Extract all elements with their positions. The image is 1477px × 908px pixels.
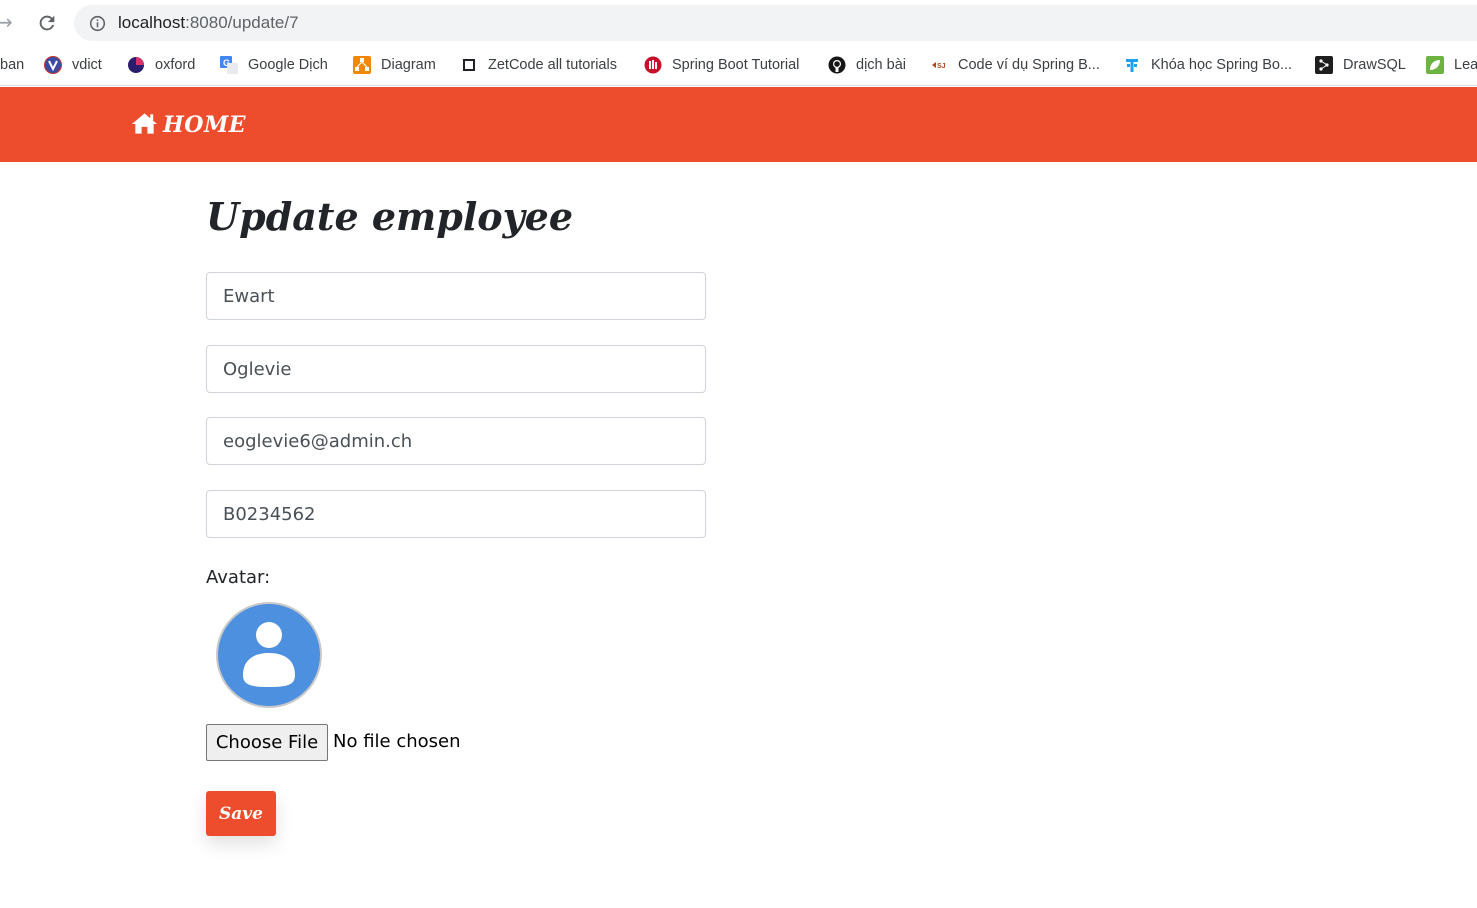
reload-icon[interactable] — [36, 12, 58, 34]
email-input[interactable] — [206, 417, 706, 465]
bookmark-label: Google Dịch — [248, 57, 328, 73]
bookmark-spring-boot-tutorial[interactable]: Spring Boot Tutorial — [644, 54, 799, 76]
avatar-label: Avatar: — [206, 567, 271, 588]
oxford-icon — [127, 56, 145, 74]
bookmark-oxford[interactable]: oxford — [127, 54, 195, 76]
user-avatar-icon — [215, 601, 323, 709]
code-input[interactable] — [206, 490, 706, 538]
github-icon — [828, 56, 846, 74]
choose-file-button[interactable]: Choose File — [206, 724, 328, 761]
bookmark-label: vdict — [72, 57, 102, 73]
bookmark-diagram[interactable]: Diagram — [353, 54, 436, 76]
bookmark-label: Code ví dụ Spring B... — [958, 57, 1100, 73]
leaf-icon — [1426, 56, 1444, 74]
bookmark-label: ban — [0, 57, 25, 73]
url-host: localhost — [118, 13, 186, 32]
drawsql-icon — [1315, 56, 1333, 74]
diagram-icon — [353, 56, 371, 74]
page-title: Update employee — [206, 194, 574, 239]
bookmark-code-vi-du[interactable]: SJ Code ví dụ Spring B... — [930, 54, 1100, 76]
bookmarks-bar: ban vdict oxford G Google Dịch Diagram Z… — [0, 46, 1477, 86]
forward-arrow-icon[interactable]: → — [0, 11, 18, 33]
bookmark-label: ZetCode all tutorials — [488, 57, 617, 73]
bookmark-label: Khóa học Spring Bo... — [1151, 57, 1293, 73]
home-icon — [131, 111, 163, 139]
bookmark-label: Diagram — [381, 57, 436, 73]
course-icon — [1123, 56, 1141, 74]
bookmark-label: Lea — [1454, 57, 1477, 73]
bookmark-ban[interactable]: ban — [0, 54, 24, 76]
google-translate-icon: G — [220, 56, 238, 74]
bookmark-dich-bai[interactable]: dịch bài — [828, 54, 906, 76]
vdict-icon — [44, 56, 62, 74]
gpcoder-icon: SJ — [930, 56, 948, 74]
home-link[interactable]: HOME — [131, 111, 246, 139]
bookmark-label: DrawSQL — [1343, 57, 1406, 73]
browser-toolbar: → localhost:8080/update/7 — [0, 0, 1477, 46]
first-name-input[interactable] — [206, 272, 706, 320]
zetcode-icon — [460, 56, 478, 74]
bookmark-google-dich[interactable]: G Google Dịch — [220, 54, 328, 76]
home-label: HOME — [163, 112, 247, 138]
address-bar[interactable]: localhost:8080/update/7 — [74, 5, 1477, 41]
save-button[interactable]: Save — [206, 791, 276, 836]
bookmark-label: Spring Boot Tutorial — [672, 57, 800, 73]
bookmark-lea[interactable]: Lea — [1426, 54, 1477, 76]
bookmark-zetcode[interactable]: ZetCode all tutorials — [460, 54, 617, 76]
site-info-icon[interactable] — [89, 15, 106, 32]
last-name-input[interactable] — [206, 345, 706, 393]
bookmark-label: oxford — [155, 57, 196, 73]
navbar: HOME — [0, 87, 1477, 162]
bookmark-label: dịch bài — [856, 57, 906, 73]
spring-boot-tutorial-icon — [644, 56, 662, 74]
bookmark-vdict[interactable]: vdict — [44, 54, 102, 76]
svg-text:SJ: SJ — [937, 63, 946, 70]
bookmark-drawsql[interactable]: DrawSQL — [1315, 54, 1406, 76]
file-status-text: No file chosen — [333, 731, 461, 752]
url-text[interactable]: localhost:8080/update/7 — [118, 13, 299, 33]
url-path: :8080/update/7 — [185, 13, 299, 32]
bookmark-khoa-hoc[interactable]: Khóa học Spring Bo... — [1123, 54, 1292, 76]
